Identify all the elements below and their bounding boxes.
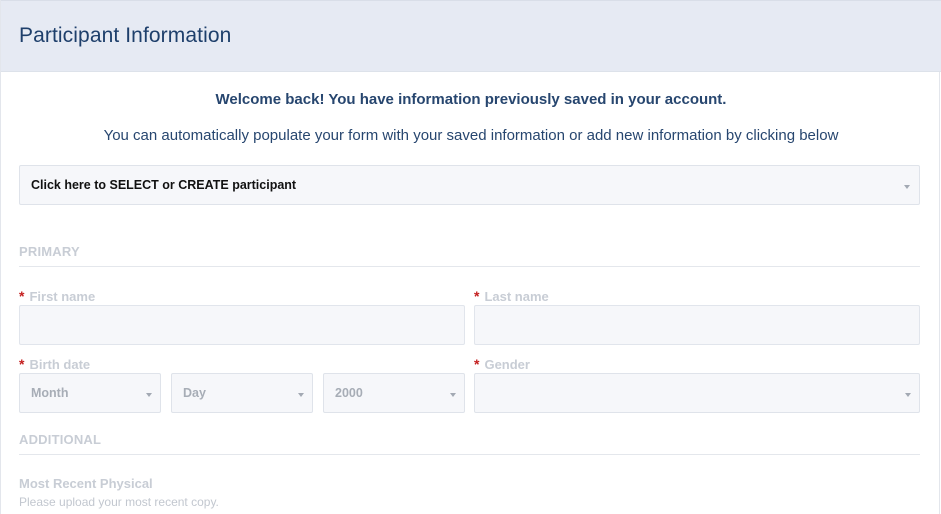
birth-month-select[interactable]: Month bbox=[19, 373, 161, 413]
birth-day-value: Day bbox=[183, 386, 206, 400]
participant-select[interactable]: Click here to SELECT or CREATE participa… bbox=[19, 165, 920, 205]
birth-day-select[interactable]: Day bbox=[171, 373, 313, 413]
birth-month-value: Month bbox=[31, 386, 69, 400]
birth-year-select[interactable]: 2000 bbox=[323, 373, 465, 413]
first-name-label: * First name bbox=[19, 288, 95, 304]
birth-date-label: * Birth date bbox=[19, 356, 90, 372]
section-heading-primary: PRIMARY bbox=[19, 244, 80, 259]
required-marker: * bbox=[19, 356, 25, 372]
required-marker: * bbox=[474, 356, 480, 372]
chevron-down-icon bbox=[904, 185, 910, 189]
gender-label-text: Gender bbox=[484, 357, 530, 372]
section-divider bbox=[19, 454, 920, 455]
chevron-down-icon bbox=[450, 393, 456, 397]
section-heading-additional: ADDITIONAL bbox=[19, 432, 102, 447]
welcome-subtext: You can automatically populate your form… bbox=[103, 127, 839, 144]
first-name-label-text: First name bbox=[29, 289, 96, 304]
participant-select-value: Click here to SELECT or CREATE participa… bbox=[31, 178, 297, 192]
chevron-down-icon bbox=[298, 393, 304, 397]
page-title: Participant Information bbox=[19, 24, 232, 47]
section-divider bbox=[19, 266, 920, 267]
physical-hint: Please upload your most recent copy. bbox=[19, 495, 219, 509]
last-name-label: * Last name bbox=[474, 288, 549, 304]
required-marker: * bbox=[19, 288, 25, 304]
last-name-input[interactable] bbox=[474, 305, 920, 345]
gender-label: * Gender bbox=[474, 356, 530, 372]
panel-header: Participant Information bbox=[1, 0, 941, 72]
birth-date-label-text: Birth date bbox=[29, 357, 91, 372]
welcome-message: Welcome back! You have information previ… bbox=[215, 91, 727, 108]
gender-select[interactable] bbox=[474, 373, 920, 413]
first-name-input[interactable] bbox=[19, 305, 465, 345]
physical-label: Most Recent Physical bbox=[19, 476, 153, 491]
required-marker: * bbox=[474, 288, 480, 304]
chevron-down-icon bbox=[146, 393, 152, 397]
last-name-label-text: Last name bbox=[484, 289, 549, 304]
birth-year-value: 2000 bbox=[335, 386, 363, 400]
form-panel: Participant Information Welcome back! Yo… bbox=[0, 0, 941, 514]
chevron-down-icon bbox=[905, 393, 911, 397]
